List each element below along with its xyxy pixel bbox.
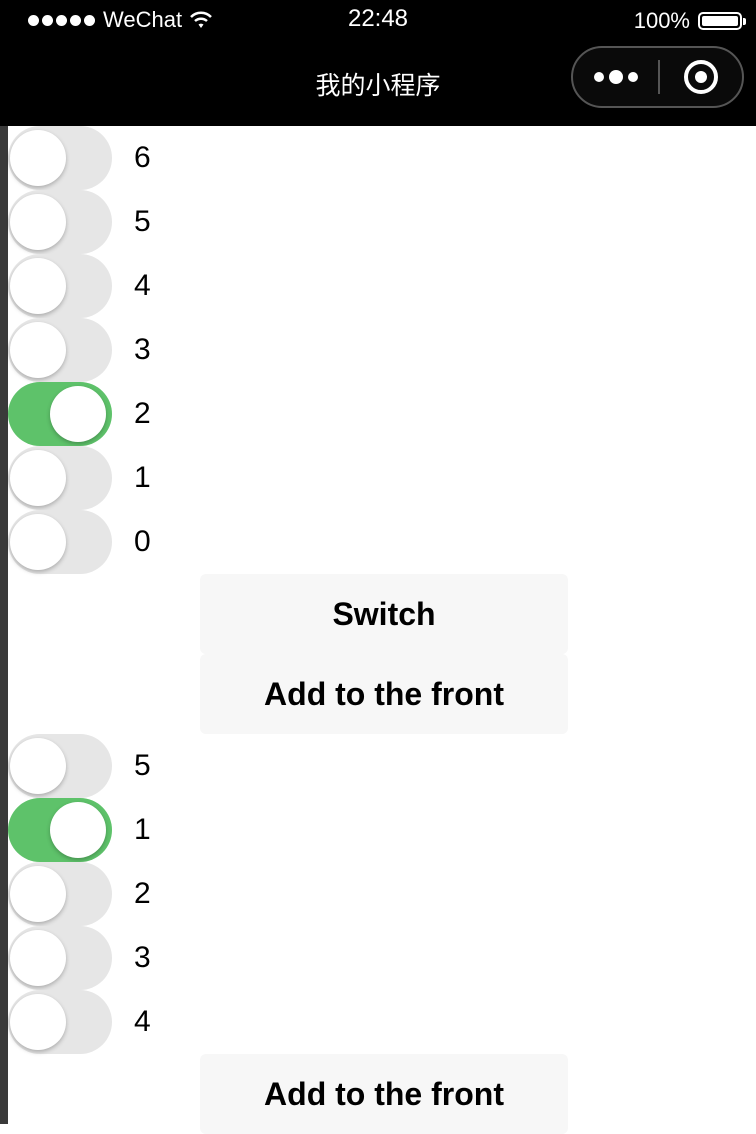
toggle-switch[interactable] — [8, 446, 112, 510]
list-item: 4 — [8, 254, 756, 318]
switch-knob — [10, 738, 66, 794]
switch-knob — [10, 258, 66, 314]
switch-knob — [10, 994, 66, 1050]
target-ring-icon — [684, 60, 718, 94]
toggle-switch[interactable] — [8, 926, 112, 990]
toggle-switch[interactable] — [8, 126, 112, 190]
switch-knob — [10, 450, 66, 506]
toggle-switch[interactable] — [8, 510, 112, 574]
switch-label: 4 — [134, 1005, 151, 1038]
toggle-switch[interactable] — [8, 190, 112, 254]
switch-knob — [10, 866, 66, 922]
list-item: 1 — [8, 446, 756, 510]
toggle-switch[interactable] — [8, 382, 112, 446]
toggle-switch[interactable] — [8, 254, 112, 318]
switch-knob — [10, 514, 66, 570]
switch-label: 1 — [134, 813, 151, 846]
menu-capsule — [571, 46, 744, 108]
toggle-switch[interactable] — [8, 990, 112, 1054]
list-item: 1 — [8, 798, 756, 862]
add-to-front-button-2[interactable]: Add to the front — [200, 1054, 568, 1134]
switch-knob — [10, 322, 66, 378]
switch-label: 6 — [134, 141, 151, 174]
switch-list-1: 6 5 4 3 2 1 0 — [8, 126, 756, 574]
toggle-switch[interactable] — [8, 862, 112, 926]
switch-list-2: 5 1 2 3 4 — [8, 734, 756, 1054]
battery-percent: 100% — [633, 8, 690, 33]
switch-label: 2 — [134, 877, 151, 910]
switch-label: 1 — [134, 461, 151, 494]
switch-label: 3 — [134, 333, 151, 366]
switch-label: 2 — [134, 397, 151, 430]
list-item: 0 — [8, 510, 756, 574]
switch-label: 4 — [134, 269, 151, 302]
list-item: 3 — [8, 926, 756, 990]
list-item: 4 — [8, 990, 756, 1054]
list-item: 5 — [8, 190, 756, 254]
list-item: 5 — [8, 734, 756, 798]
switch-knob — [50, 802, 106, 858]
switch-label: 0 — [134, 525, 151, 558]
switch-knob — [10, 194, 66, 250]
status-bar: WeChat 22:48 100% — [0, 0, 756, 40]
toggle-switch[interactable] — [8, 798, 112, 862]
switch-label: 3 — [134, 941, 151, 974]
toggle-switch[interactable] — [8, 734, 112, 798]
more-dots-icon[interactable] — [573, 48, 658, 106]
navigation-bar: 我的小程序 — [0, 40, 756, 126]
switch-knob — [10, 930, 66, 986]
battery-icon — [698, 12, 746, 30]
switch-button[interactable]: Switch — [200, 574, 568, 654]
battery-group: 100% — [633, 8, 746, 34]
switch-knob — [10, 130, 66, 186]
switch-knob — [50, 386, 106, 442]
list-item: 6 — [8, 126, 756, 190]
close-button[interactable] — [660, 48, 742, 106]
add-to-front-button[interactable]: Add to the front — [200, 654, 568, 734]
list-item: 3 — [8, 318, 756, 382]
list-item: 2 — [8, 862, 756, 926]
toggle-switch[interactable] — [8, 318, 112, 382]
switch-label: 5 — [134, 205, 151, 238]
left-edge-bar — [0, 0, 8, 1124]
switch-label: 5 — [134, 749, 151, 782]
list-item: 2 — [8, 382, 756, 446]
